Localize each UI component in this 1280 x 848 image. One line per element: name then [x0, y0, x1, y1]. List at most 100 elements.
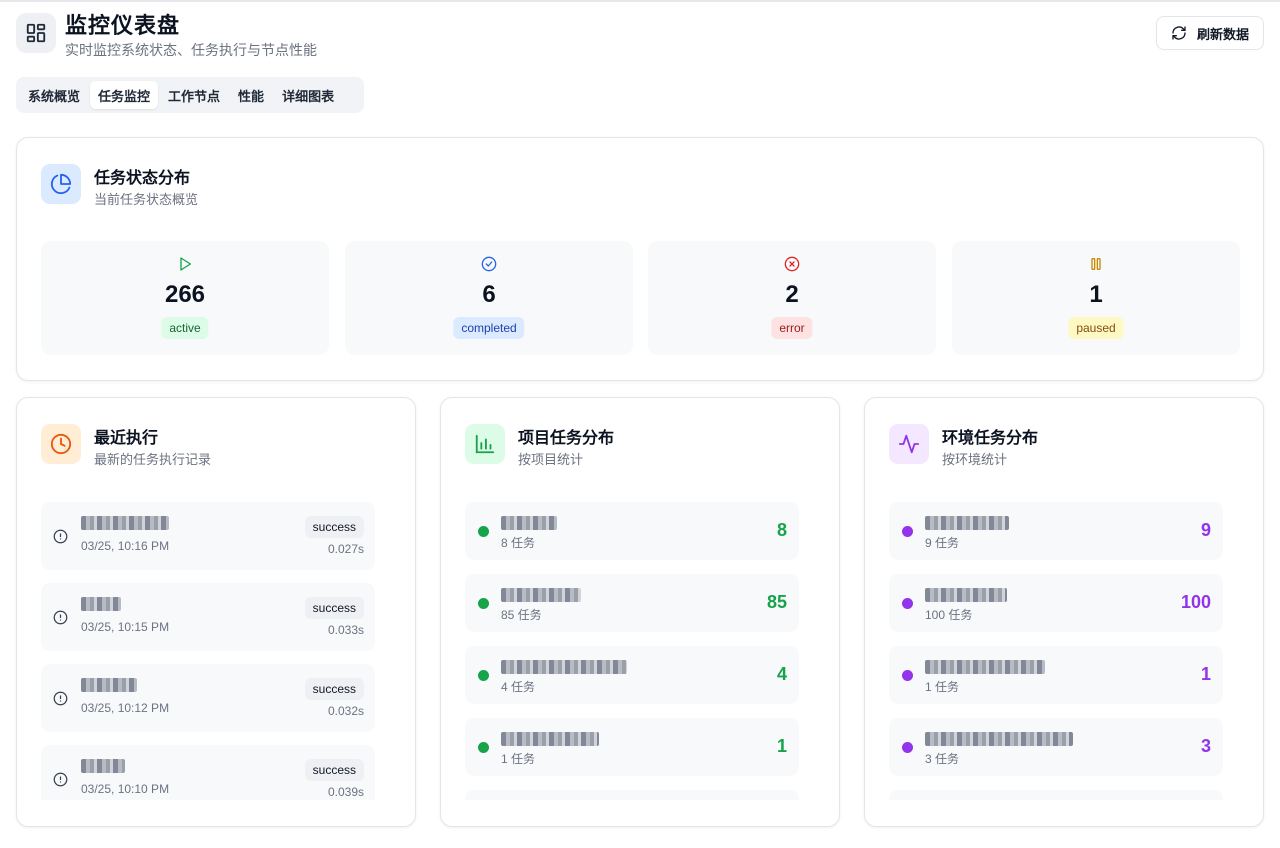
status-badge: active	[161, 317, 209, 339]
execution-time: 03/25, 10:12 PM	[81, 701, 170, 715]
alert-circle-icon	[53, 610, 68, 625]
execution-time: 03/25, 10:16 PM	[81, 539, 170, 553]
list-item[interactable]: 03/25, 10:16 PM success 0.027s	[41, 502, 375, 570]
task-count: 3 任务	[925, 752, 960, 766]
tab-overview[interactable]: 系统概览	[20, 81, 88, 109]
task-count: 1 任务	[925, 680, 960, 694]
redacted-environment-name	[925, 732, 1073, 748]
tab-detailed-charts[interactable]: 详细图表	[274, 81, 342, 109]
environment-list[interactable]: 9 任务 9 100 任务 100 1 任务 1 3 任务 3	[889, 502, 1223, 800]
redacted-task-name	[81, 759, 125, 775]
refresh-icon	[1172, 26, 1186, 40]
task-value: 8	[776, 520, 787, 540]
stat-value: 1	[1089, 281, 1103, 308]
stat-paused: 1 paused	[952, 241, 1240, 355]
task-value: 3	[1200, 736, 1211, 756]
card-title: 最近执行	[94, 430, 159, 447]
status-dot	[902, 526, 913, 537]
tab-task-monitor[interactable]: 任务监控	[90, 81, 159, 109]
redacted-task-name	[81, 678, 137, 694]
page-header: 监控仪表盘 实时监控系统状态、任务执行与节点性能 刷新数据	[16, 6, 1264, 62]
stat-completed: 6 completed	[345, 241, 633, 355]
execution-time: 03/25, 10:15 PM	[81, 620, 170, 634]
recent-executions-card: 最近执行 最新的任务执行记录 03/25, 10:16 PM success 0…	[16, 397, 416, 827]
list-item[interactable]: 85 任务 85	[465, 574, 799, 632]
clock-icon	[41, 424, 81, 464]
task-value: 9	[1200, 520, 1211, 540]
activity-icon	[889, 424, 929, 464]
status-badge: success	[304, 597, 364, 619]
x-circle-icon	[648, 256, 936, 272]
status-badge: success	[304, 516, 364, 538]
card-subtitle: 按环境统计	[942, 452, 1008, 467]
refresh-button[interactable]: 刷新数据	[1156, 16, 1264, 50]
list-item[interactable]: 03/25, 10:15 PM success 0.033s	[41, 583, 375, 651]
tab-performance[interactable]: 性能	[230, 81, 272, 109]
task-count: 4 任务	[501, 680, 536, 694]
status-badge: success	[304, 759, 364, 781]
refresh-label: 刷新数据	[1196, 26, 1249, 42]
project-distribution-card: 项目任务分布 按项目统计 8 任务 8 85 任务 85 4 任务 4 1 任务…	[440, 397, 840, 827]
task-value: 4	[776, 664, 787, 684]
alert-circle-icon	[53, 772, 68, 787]
duration: 0.033s	[327, 623, 364, 637]
task-status-card: 任务状态分布 当前任务状态概览 266 active 6 completed 2…	[16, 137, 1264, 381]
pause-icon	[952, 256, 1240, 272]
list-item[interactable]: 3 任务 3	[889, 718, 1223, 776]
stat-error: 2 error	[648, 241, 936, 355]
stat-value: 266	[164, 281, 206, 308]
redacted-task-name	[81, 516, 169, 532]
stat-active: 266 active	[41, 241, 329, 355]
alert-circle-icon	[53, 691, 68, 706]
task-count: 9 任务	[925, 536, 960, 550]
duration: 0.039s	[327, 785, 364, 799]
redacted-environment-name	[925, 660, 1045, 676]
duration: 0.032s	[327, 704, 364, 718]
status-dot	[478, 742, 489, 753]
redacted-task-name	[81, 597, 121, 613]
play-icon	[41, 256, 329, 272]
card-subtitle: 最新的任务执行记录	[94, 452, 212, 467]
status-badge: success	[304, 678, 364, 700]
task-count: 100 任务	[925, 608, 973, 622]
card-title: 环境任务分布	[942, 430, 1039, 447]
list-item[interactable]: 8 任务 8	[465, 502, 799, 560]
list-item[interactable]: 4 任务 4	[465, 646, 799, 704]
status-badge: paused	[1068, 317, 1124, 339]
list-item[interactable]: 1 任务 1	[465, 718, 799, 776]
status-dot	[478, 598, 489, 609]
card-title: 任务状态分布	[94, 170, 191, 187]
task-value: 1	[1200, 664, 1211, 684]
task-count: 85 任务	[501, 608, 542, 622]
list-item[interactable]: 1 任务 1	[889, 646, 1223, 704]
redacted-project-name	[501, 732, 599, 748]
task-value: 100	[1180, 592, 1211, 612]
status-dot	[902, 742, 913, 753]
status-dot	[478, 526, 489, 537]
status-badge: completed	[453, 317, 525, 339]
status-dot	[902, 670, 913, 681]
card-title: 项目任务分布	[518, 430, 615, 447]
list-item-partial	[889, 790, 1223, 800]
dashboard-grid-icon	[16, 13, 56, 53]
page-subtitle: 实时监控系统状态、任务执行与节点性能	[65, 42, 317, 58]
task-count: 8 任务	[501, 536, 536, 550]
redacted-environment-name	[925, 516, 1009, 532]
bar-chart-icon	[465, 424, 505, 464]
status-badge: error	[771, 317, 813, 339]
redacted-environment-name	[925, 588, 1007, 604]
redacted-project-name	[501, 660, 627, 676]
stat-value: 6	[482, 281, 496, 308]
recent-list[interactable]: 03/25, 10:16 PM success 0.027s 03/25, 10…	[41, 502, 375, 800]
project-list[interactable]: 8 任务 8 85 任务 85 4 任务 4 1 任务 1	[465, 502, 799, 800]
task-value: 1	[776, 736, 787, 756]
check-circle-icon	[345, 256, 633, 272]
environment-distribution-card: 环境任务分布 按环境统计 9 任务 9 100 任务 100 1 任务 1 3 …	[864, 397, 1264, 827]
tab-bar: 系统概览 任务监控 工作节点 性能 详细图表	[16, 77, 364, 113]
list-item[interactable]: 9 任务 9	[889, 502, 1223, 560]
list-item[interactable]: 03/25, 10:12 PM success 0.032s	[41, 664, 375, 732]
redacted-project-name	[501, 588, 581, 604]
list-item[interactable]: 100 任务 100	[889, 574, 1223, 632]
list-item[interactable]: 03/25, 10:10 PM success 0.039s	[41, 745, 375, 800]
tab-worker-nodes[interactable]: 工作节点	[160, 81, 228, 109]
